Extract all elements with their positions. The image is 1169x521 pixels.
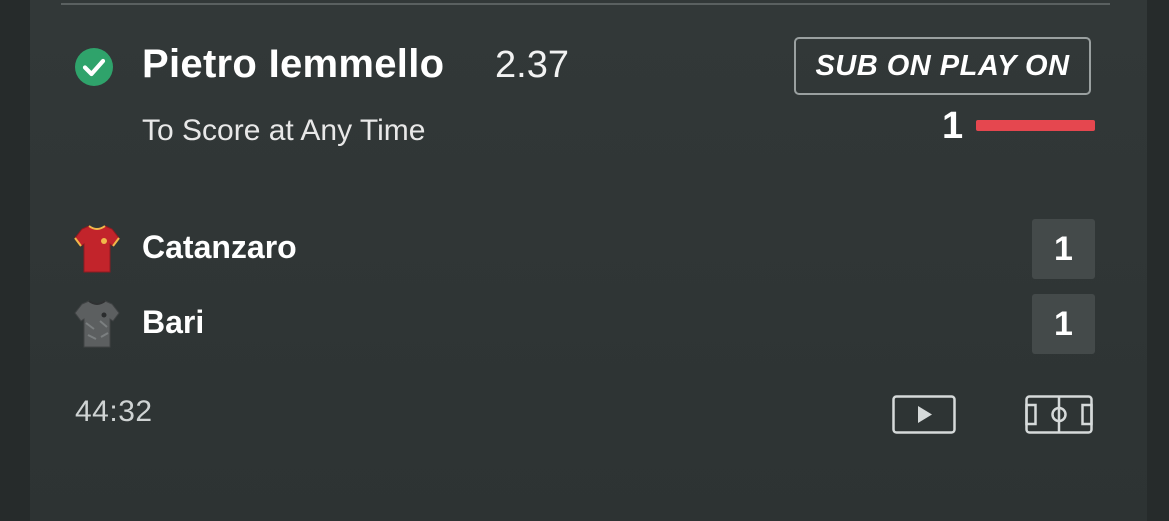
home-score: 1 — [1032, 219, 1095, 279]
market-label: To Score at Any Time — [142, 114, 426, 147]
away-score: 1 — [1032, 294, 1095, 354]
sub-indicator-bar — [976, 120, 1095, 131]
away-team-name: Bari — [142, 304, 205, 340]
grey-shirt-icon — [74, 300, 120, 348]
player-name: Pietro Iemmello — [142, 42, 445, 86]
team-row-away: Bari 1 — [30, 294, 1147, 354]
match-clock: 44:32 — [75, 395, 153, 428]
team-row-home: Catanzaro 1 — [30, 219, 1147, 279]
red-shirt-icon — [74, 225, 120, 273]
pitch-view-icon[interactable] — [1025, 394, 1093, 435]
bet-card: Pietro Iemmello 2.37 To Score at Any Tim… — [30, 0, 1147, 521]
sub-count: 1 — [942, 105, 964, 147]
odds-value: 2.37 — [495, 44, 569, 86]
home-team-name: Catanzaro — [142, 229, 297, 265]
divider — [61, 3, 1110, 5]
play-video-icon[interactable] — [892, 394, 956, 435]
sub-on-play-on-button[interactable]: SUB ON PLAY ON — [794, 37, 1091, 95]
check-circle-icon — [75, 48, 113, 86]
